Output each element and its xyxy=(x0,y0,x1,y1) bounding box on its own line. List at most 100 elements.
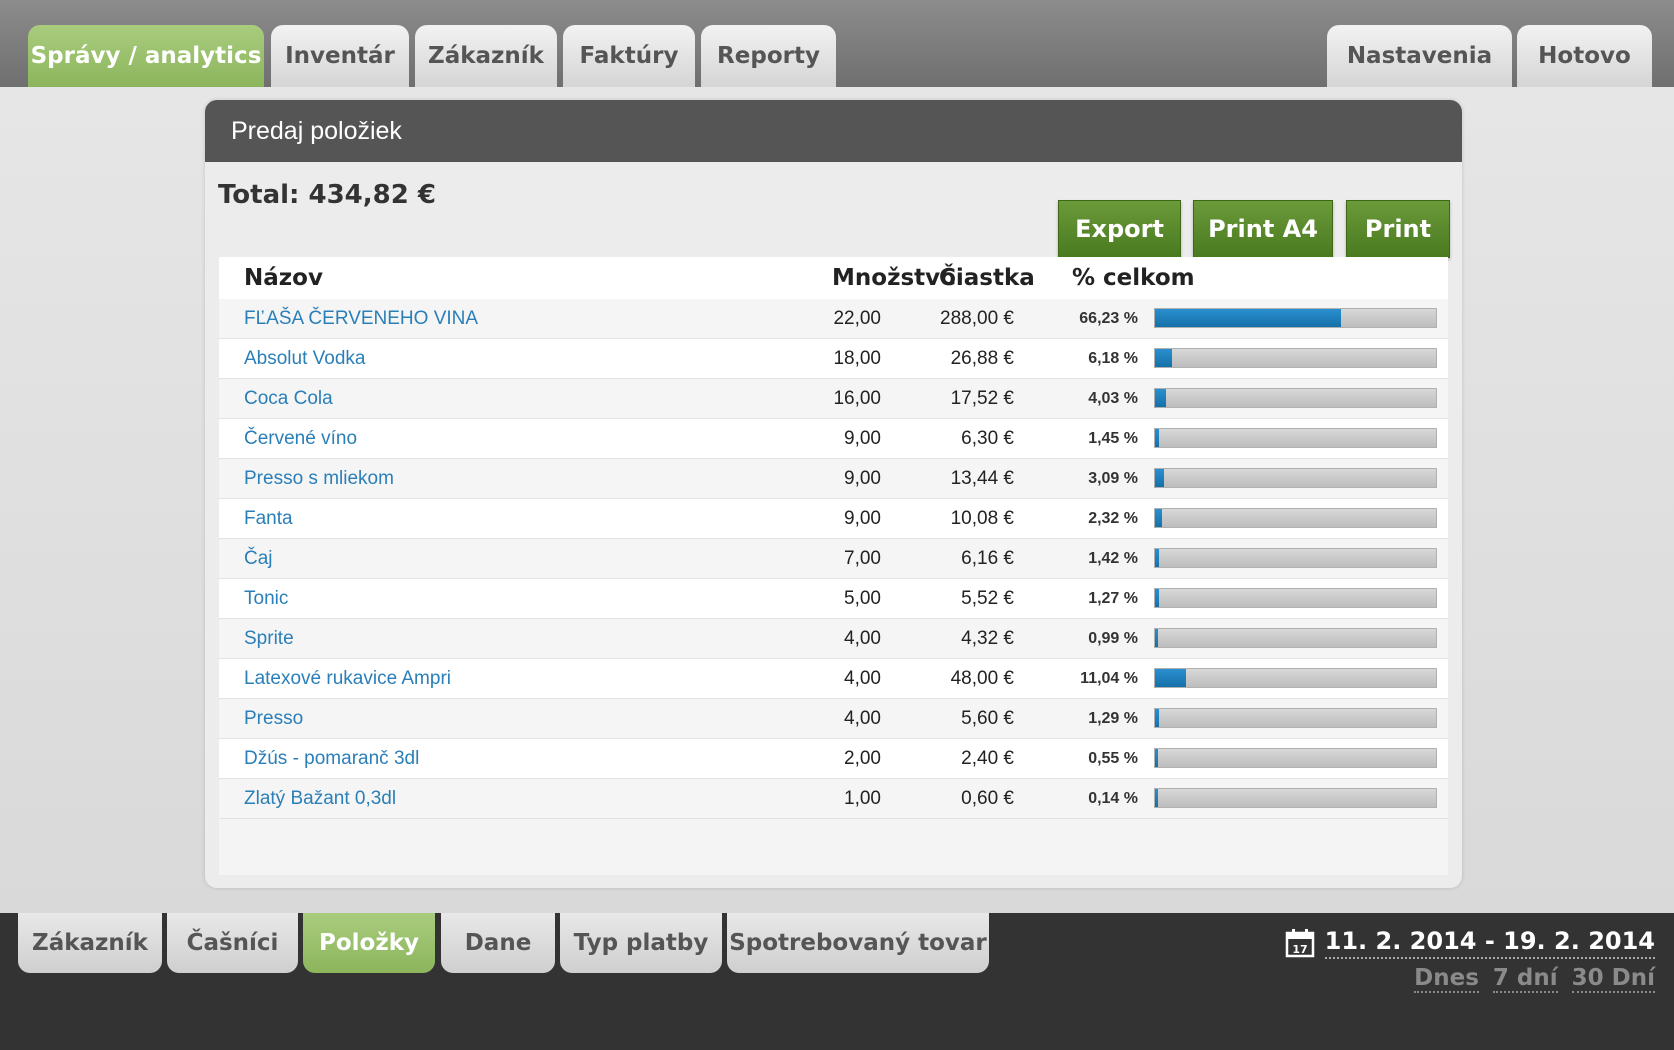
tab-nastavenia[interactable]: Nastavenia xyxy=(1327,25,1512,87)
table-row[interactable]: Absolut Vodka 18,00 26,88 € 6,18 % xyxy=(219,339,1448,379)
item-quantity: 1,00 xyxy=(844,788,881,809)
percent-bar-fill xyxy=(1155,509,1162,527)
item-percent: 0,55 % xyxy=(1088,750,1138,767)
item-name-link[interactable]: Džús - pomaranč 3dl xyxy=(244,748,419,770)
table-row[interactable]: Sprite 4,00 4,32 € 0,99 % xyxy=(219,619,1448,659)
item-percent: 6,18 % xyxy=(1088,350,1138,367)
item-percent: 4,03 % xyxy=(1088,390,1138,407)
item-name-link[interactable]: Čaj xyxy=(244,548,273,570)
export-button[interactable]: Export xyxy=(1058,200,1181,258)
item-quantity: 5,00 xyxy=(844,588,881,609)
percent-bar-fill xyxy=(1155,749,1159,767)
percent-bar-fill xyxy=(1155,469,1164,487)
item-amount: 288,00 € xyxy=(940,308,1014,329)
item-percent: 66,23 % xyxy=(1079,310,1138,327)
item-name-link[interactable]: Sprite xyxy=(244,628,294,650)
subtab-dane[interactable]: Dane xyxy=(441,913,555,973)
tab-spravy-analytics[interactable]: Správy / analytics xyxy=(28,25,264,87)
item-quantity: 4,00 xyxy=(844,708,881,729)
print-button[interactable]: Print xyxy=(1346,200,1450,258)
quick-date-7-days[interactable]: 7 dní xyxy=(1492,965,1558,993)
table-row[interactable]: Coca Cola 16,00 17,52 € 4,03 % xyxy=(219,379,1448,419)
print-a4-button[interactable]: Print A4 xyxy=(1193,200,1333,258)
table-row[interactable]: Latexové rukavice Ampri 4,00 48,00 € 11,04 … xyxy=(219,659,1448,699)
item-name-link[interactable]: Presso s mliekom xyxy=(244,468,394,490)
item-amount: 6,16 € xyxy=(961,548,1014,569)
column-header-amount: Čiastka xyxy=(939,265,1035,291)
bottom-navigation-bar: Zákazník Čašníci Položky Dane Typ platby… xyxy=(0,913,1674,1050)
item-amount: 17,52 € xyxy=(950,388,1014,409)
tab-inventar[interactable]: Inventár xyxy=(271,25,409,87)
item-percent: 1,29 % xyxy=(1088,710,1138,727)
item-percent: 1,42 % xyxy=(1088,550,1138,567)
item-name-link[interactable]: Latexové rukavice Ampri xyxy=(244,668,451,690)
subtab-polozky[interactable]: Položky xyxy=(303,913,435,973)
item-amount: 26,88 € xyxy=(950,348,1014,369)
percent-bar-fill xyxy=(1155,669,1187,687)
percent-bar-fill xyxy=(1155,429,1160,447)
item-quantity: 4,00 xyxy=(844,628,881,649)
subtab-spotrebovany-tovar[interactable]: Spotrebovaný tovar xyxy=(727,913,989,973)
item-quantity: 16,00 xyxy=(833,388,881,409)
percent-bar xyxy=(1154,708,1437,728)
percent-bar xyxy=(1154,668,1437,688)
tab-faktury[interactable]: Faktúry xyxy=(563,25,695,87)
item-percent: 1,45 % xyxy=(1088,430,1138,447)
subtab-typ-platby[interactable]: Typ platby xyxy=(560,913,722,973)
tab-zakaznik[interactable]: Zákazník xyxy=(415,25,557,87)
percent-bar-fill xyxy=(1155,309,1342,327)
table-row[interactable]: Džús - pomaranč 3dl 2,00 2,40 € 0,55 % xyxy=(219,739,1448,779)
percent-bar xyxy=(1154,348,1437,368)
quick-date-today[interactable]: Dnes xyxy=(1414,965,1479,993)
table-row[interactable]: FĽAŠA ČERVENEHO VINA 22,00 288,00 € 66,23 % xyxy=(219,299,1448,339)
item-quantity: 4,00 xyxy=(844,668,881,689)
total-amount: Total: 434,82 € xyxy=(218,180,436,210)
percent-bar xyxy=(1154,788,1437,808)
percent-bar-fill xyxy=(1155,629,1159,647)
item-amount: 5,60 € xyxy=(961,708,1014,729)
item-name-link[interactable]: Coca Cola xyxy=(244,388,333,410)
item-name-link[interactable]: Presso xyxy=(244,708,303,730)
item-percent: 11,04 % xyxy=(1080,670,1138,687)
item-quantity: 7,00 xyxy=(844,548,881,569)
percent-bar-fill xyxy=(1155,789,1159,807)
item-amount: 10,08 € xyxy=(950,508,1014,529)
item-quantity: 9,00 xyxy=(844,508,881,529)
item-name-link[interactable]: Absolut Vodka xyxy=(244,348,365,370)
date-range-picker[interactable]: 17 11. 2. 2014 - 19. 2. 2014 xyxy=(1285,927,1655,959)
subtab-casnici[interactable]: Čašníci xyxy=(167,913,298,973)
table-header: Názov Množstvo Čiastka % celkom xyxy=(219,257,1448,299)
percent-bar xyxy=(1154,588,1437,608)
table-row[interactable]: Čaj 7,00 6,16 € 1,42 % xyxy=(219,539,1448,579)
item-name-link[interactable]: Tonic xyxy=(244,588,288,610)
item-amount: 2,40 € xyxy=(961,748,1014,769)
item-quantity: 22,00 xyxy=(833,308,881,329)
item-amount: 0,60 € xyxy=(961,788,1014,809)
top-navigation-bar: Správy / analytics Inventár Zákazník Fak… xyxy=(0,0,1674,87)
item-percent: 2,32 % xyxy=(1088,510,1138,527)
subtab-zakaznik[interactable]: Zákazník xyxy=(18,913,162,973)
calendar-icon: 17 xyxy=(1285,929,1314,958)
percent-bar xyxy=(1154,748,1437,768)
item-quantity: 18,00 xyxy=(833,348,881,369)
item-name-link[interactable]: Fanta xyxy=(244,508,293,530)
quick-date-30-days[interactable]: 30 Dní xyxy=(1571,965,1655,993)
item-name-link[interactable]: FĽAŠA ČERVENEHO VINA xyxy=(244,308,478,330)
item-amount: 13,44 € xyxy=(950,468,1014,489)
column-header-percent: % celkom xyxy=(1072,265,1195,291)
table-row[interactable]: Presso 4,00 5,60 € 1,29 % xyxy=(219,699,1448,739)
table-row[interactable]: Červené víno 9,00 6,30 € 1,45 % xyxy=(219,419,1448,459)
main-content-area: Predaj položiek Total: 434,82 € Export P… xyxy=(0,87,1674,913)
table-row[interactable]: Zlatý Bažant 0,3dl 1,00 0,60 € 0,14 % xyxy=(219,779,1448,819)
date-range-label[interactable]: 11. 2. 2014 - 19. 2. 2014 xyxy=(1324,927,1655,959)
tab-reporty[interactable]: Reporty xyxy=(701,25,836,87)
item-name-link[interactable]: Červené víno xyxy=(244,428,357,450)
item-amount: 48,00 € xyxy=(950,668,1014,689)
item-name-link[interactable]: Zlatý Bažant 0,3dl xyxy=(244,788,396,810)
percent-bar xyxy=(1154,628,1437,648)
table-row[interactable]: Tonic 5,00 5,52 € 1,27 % xyxy=(219,579,1448,619)
tab-hotovo[interactable]: Hotovo xyxy=(1517,25,1652,87)
table-row[interactable]: Presso s mliekom 9,00 13,44 € 3,09 % xyxy=(219,459,1448,499)
table-row[interactable]: Fanta 9,00 10,08 € 2,32 % xyxy=(219,499,1448,539)
item-percent: 0,99 % xyxy=(1088,630,1138,647)
